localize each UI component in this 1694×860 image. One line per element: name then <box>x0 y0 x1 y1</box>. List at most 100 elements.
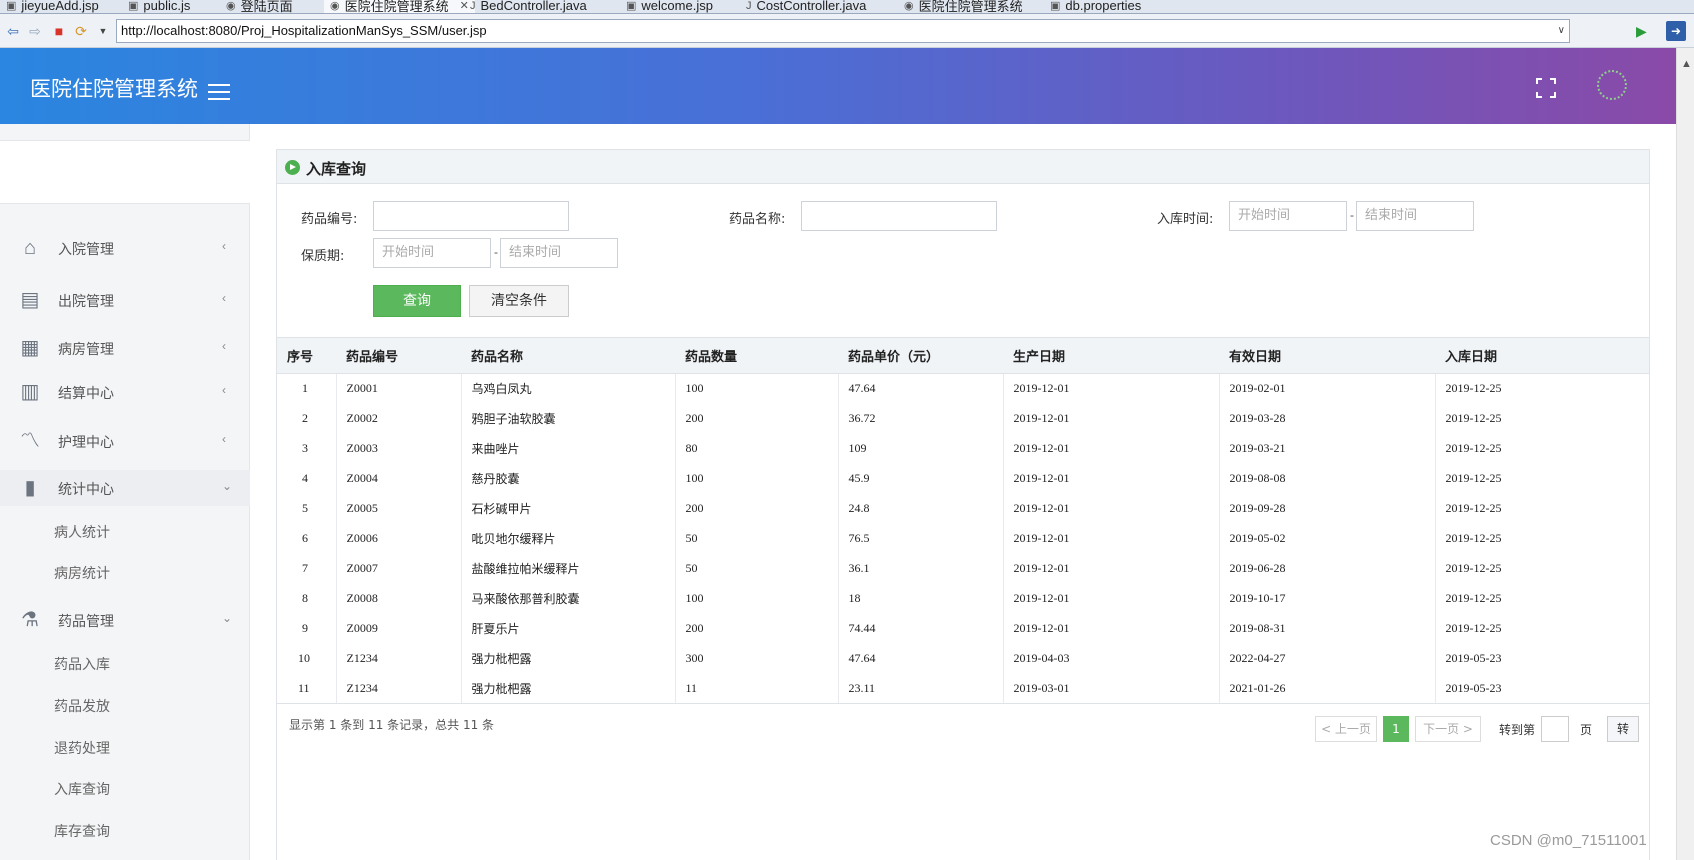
stockin-query-panel: 入库查询 药品编号: 药品名称: 入库时间: 开始时间 - 结束时间 保质期: … <box>276 149 1650 860</box>
globe-icon: ◉ <box>226 0 236 12</box>
sidebar-item-pharmacy[interactable]: ⚗ 药品管理 ⌄ <box>0 602 250 638</box>
drug-code-label: 药品编号: <box>301 212 358 227</box>
hamburger-menu-icon[interactable] <box>208 84 230 100</box>
goto-button[interactable]: 转 <box>1607 716 1639 742</box>
sidebar-subitem-drug-dispense[interactable]: 药品发放 <box>54 696 110 716</box>
browser-toolbar: ⇦ ⇨ ■ ⟳ ▼ http://localhost:8080/Proj_Hos… <box>0 14 1694 48</box>
ide-tab[interactable]: ▣ welcome.jsp <box>626 0 713 13</box>
building-icon: ▦ <box>20 337 40 359</box>
shelf-life-end-input[interactable]: 结束时间 <box>500 238 618 268</box>
sidebar-item-nursing[interactable]: 〽 护理中心 ‹ <box>0 423 250 459</box>
query-button[interactable]: 查询 <box>373 285 461 317</box>
sidebar-subitem-stockin-query[interactable]: 入库查询 <box>54 779 110 799</box>
table-row[interactable]: 11 Z1234 强力枇杷露 11 23.11 2019-03-01 2021-01-26 2… <box>277 673 1649 704</box>
drug-code-input[interactable] <box>373 201 569 231</box>
table-row[interactable]: 2 Z0002 鸦胆子油软胶囊 200 36.72 2019-12-01 2019-03-2… <box>277 403 1649 434</box>
forward-icon[interactable]: ⇨ <box>26 22 44 40</box>
table-row[interactable]: 5 Z0005 石杉碱甲片 200 24.8 2019-12-01 2019-09-28 20… <box>277 493 1649 524</box>
sidebar-subitem-patient-stats[interactable]: 病人统计 <box>54 522 110 542</box>
sidebar-subitem-drug-stockin[interactable]: 药品入库 <box>54 654 110 674</box>
ide-tab[interactable]: ◉ 登陆页面 <box>226 0 293 13</box>
page-scrollbar[interactable]: ▲ <box>1676 48 1694 860</box>
ide-tab[interactable]: J BedController.java <box>470 0 587 13</box>
bar-chart-icon: ▮ <box>24 477 36 499</box>
chevron-down-icon: ⌄ <box>222 611 233 625</box>
column-header[interactable]: 药品名称 <box>461 337 675 374</box>
table-row[interactable]: 8 Z0008 马来酸依那普利胶囊 100 18 2019-12-01 2019-10-17… <box>277 583 1649 614</box>
sidebar-subitem-drug-return[interactable]: 退药处理 <box>54 738 110 758</box>
app-header: 医院住院管理系统 <box>0 48 1676 124</box>
ide-tab[interactable]: J CostController.java <box>746 0 866 13</box>
column-header[interactable]: 生产日期 <box>1003 337 1219 374</box>
goto-suffix-label: 页 <box>1580 723 1593 737</box>
sidebar-item-ward[interactable]: ▦ 病房管理 ‹ <box>0 330 250 366</box>
clear-conditions-button[interactable]: 清空条件 <box>469 285 569 317</box>
ide-tab[interactable]: ◉ 医院住院管理系统 <box>904 0 1023 13</box>
chevron-down-icon[interactable]: ∨ <box>1558 20 1565 42</box>
stockin-time-label: 入库时间: <box>1157 212 1214 227</box>
column-header[interactable]: 序号 <box>277 337 336 374</box>
sidebar-item-billing[interactable]: ▥ 结算中心 ‹ <box>0 374 250 410</box>
back-icon[interactable]: ⇦ <box>4 22 22 40</box>
sidebar-item-admission[interactable]: ⌂ 入院管理 ‹ <box>0 230 250 266</box>
goto-prefix-label: 转到第 <box>1499 723 1536 737</box>
go-icon[interactable]: ▶ <box>1636 22 1654 40</box>
table-row[interactable]: 9 Z0009 肝夏乐片 200 74.44 2019-12-01 2019-08-31 20… <box>277 613 1649 644</box>
chevron-up-icon[interactable]: ▲ <box>1681 58 1692 70</box>
chevron-left-icon: ‹ <box>222 383 226 397</box>
column-header[interactable]: 药品数量 <box>675 337 838 374</box>
page-1-button[interactable]: 1 <box>1383 716 1409 742</box>
panel-header: 入库查询 <box>277 150 1649 184</box>
table-row[interactable]: 3 Z0003 来曲唑片 80 109 2019-12-01 2019-03-21 2019-… <box>277 433 1649 464</box>
avatar[interactable] <box>1597 70 1627 100</box>
stockin-end-date-input[interactable]: 结束时间 <box>1356 201 1474 231</box>
drug-name-input[interactable] <box>801 201 997 231</box>
page-title: 入库查询 <box>306 160 367 178</box>
stop-icon[interactable]: ■ <box>50 22 68 40</box>
chevron-left-icon: ‹ <box>222 339 226 353</box>
url-input[interactable]: http://localhost:8080/Proj_Hospitalizati… <box>116 19 1570 43</box>
drug-name-label: 药品名称: <box>729 212 786 227</box>
ide-tab-strip: ▣ jieyueAdd.jsp ▣ public.js ◉ 登陆页面 ◉ 医院住院管理系… <box>0 0 1694 14</box>
table-row[interactable]: 10 Z1234 强力枇杷露 300 47.64 2019-04-03 2022-04-27… <box>277 643 1649 674</box>
clipboard-icon: ▤ <box>20 289 40 311</box>
close-icon[interactable]: ✕ <box>460 0 469 12</box>
java-file-icon: J <box>746 0 752 12</box>
jsp-file-icon: ▣ <box>6 0 17 12</box>
properties-file-icon: ▣ <box>1050 0 1061 12</box>
sidebar-item-statistics[interactable]: ▮ 统计中心 ⌄ <box>0 470 250 506</box>
ide-tab-active[interactable]: ◉ 医院住院管理系统 ✕ <box>324 0 475 13</box>
pagination-summary: 显示第 1 条到 11 条记录，总共 11 条 <box>289 718 495 732</box>
ide-tab[interactable]: ▣ public.js <box>128 0 190 13</box>
chevron-left-icon: ‹ <box>222 291 226 305</box>
goto-page-input[interactable] <box>1541 716 1569 742</box>
sidebar-subitem-inventory-query[interactable]: 库存查询 <box>54 821 110 841</box>
stockin-start-date-input[interactable]: 开始时间 <box>1229 201 1347 231</box>
history-dropdown-icon[interactable]: ▼ <box>94 22 112 40</box>
map-icon: ▥ <box>20 381 40 403</box>
fullscreen-icon[interactable] <box>1536 78 1556 98</box>
ide-tab[interactable]: ▣ jieyueAdd.jsp <box>6 0 99 13</box>
column-header[interactable]: 入库日期 <box>1435 337 1649 374</box>
ide-tab[interactable]: ▣ db.properties <box>1050 0 1141 13</box>
external-browser-icon[interactable]: ➜ <box>1666 21 1686 41</box>
prev-page-button[interactable]: < 上一页 <box>1315 716 1377 742</box>
stockin-table: 序号 药品编号 药品名称 药品数量 药品单价（元） 生产日期 有效日期 入库日期… <box>277 337 1649 704</box>
chevron-down-icon: ⌄ <box>222 479 233 493</box>
shelf-life-start-input[interactable]: 开始时间 <box>373 238 491 268</box>
sidebar-item-discharge[interactable]: ▤ 出院管理 ‹ <box>0 282 250 318</box>
sidebar-subitem-ward-stats[interactable]: 病房统计 <box>54 563 110 583</box>
table-row[interactable]: 6 Z0006 吡贝地尔缓释片 50 76.5 2019-12-01 2019-05-02 2… <box>277 523 1649 554</box>
next-page-button[interactable]: 下一页 > <box>1415 716 1481 742</box>
chevron-left-icon: ‹ <box>222 432 226 446</box>
table-row[interactable]: 7 Z0007 盐酸维拉帕米缓释片 50 36.1 2019-12-01 2019-06-2… <box>277 553 1649 584</box>
column-header[interactable]: 有效日期 <box>1219 337 1435 374</box>
flask-icon: ⚗ <box>21 609 39 631</box>
column-header[interactable]: 药品单价（元） <box>838 337 1003 374</box>
table-header-row: 序号 药品编号 药品名称 药品数量 药品单价（元） 生产日期 有效日期 入库日期 <box>277 337 1649 374</box>
column-header[interactable]: 药品编号 <box>336 337 461 374</box>
table-row[interactable]: 1 Z0001 乌鸡白凤丸 100 47.64 2019-12-01 2019-02-01 2… <box>277 373 1649 404</box>
table-row[interactable]: 4 Z0004 慈丹胶囊 100 45.9 2019-12-01 2019-08-08 201… <box>277 463 1649 494</box>
jsp-file-icon: ▣ <box>626 0 637 12</box>
refresh-icon[interactable]: ⟳ <box>72 22 90 40</box>
